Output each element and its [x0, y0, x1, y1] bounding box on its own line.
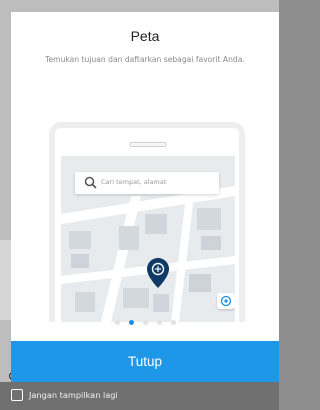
location-pin-icon [147, 258, 169, 288]
close-button[interactable]: Tutup [11, 341, 279, 382]
search-placeholder: Cari tempat, alamat [101, 178, 167, 186]
phone-speaker [129, 142, 167, 147]
page-dot[interactable] [142, 319, 148, 325]
dialog-title: Peta [130, 28, 160, 44]
favorite-place-badge [217, 293, 235, 309]
page-dot[interactable] [156, 319, 162, 325]
page-indicator [11, 317, 279, 327]
search-icon [84, 176, 97, 189]
dont-show-again-label[interactable]: Jangan tampilkan lagi [29, 390, 118, 400]
page-dot-active[interactable] [128, 319, 134, 325]
dont-show-again-checkbox[interactable] [11, 389, 23, 401]
dialog-subtitle: Temukan tujuan dan daftarkan sebagai fav… [45, 55, 245, 64]
dont-show-again-bar: Jangan tampilkan lagi [0, 382, 279, 410]
page-dot[interactable] [114, 319, 120, 325]
onboarding-dialog: Peta Temukan tujuan dan daftarkan sebaga… [11, 12, 279, 382]
map-screen: Cari tempat, alamat [61, 156, 235, 322]
map-search-bar: Cari tempat, alamat [75, 172, 219, 194]
page-dot[interactable] [170, 319, 176, 325]
phone-illustration: Cari tempat, alamat [49, 122, 245, 322]
favorite-place-icon [220, 295, 232, 307]
